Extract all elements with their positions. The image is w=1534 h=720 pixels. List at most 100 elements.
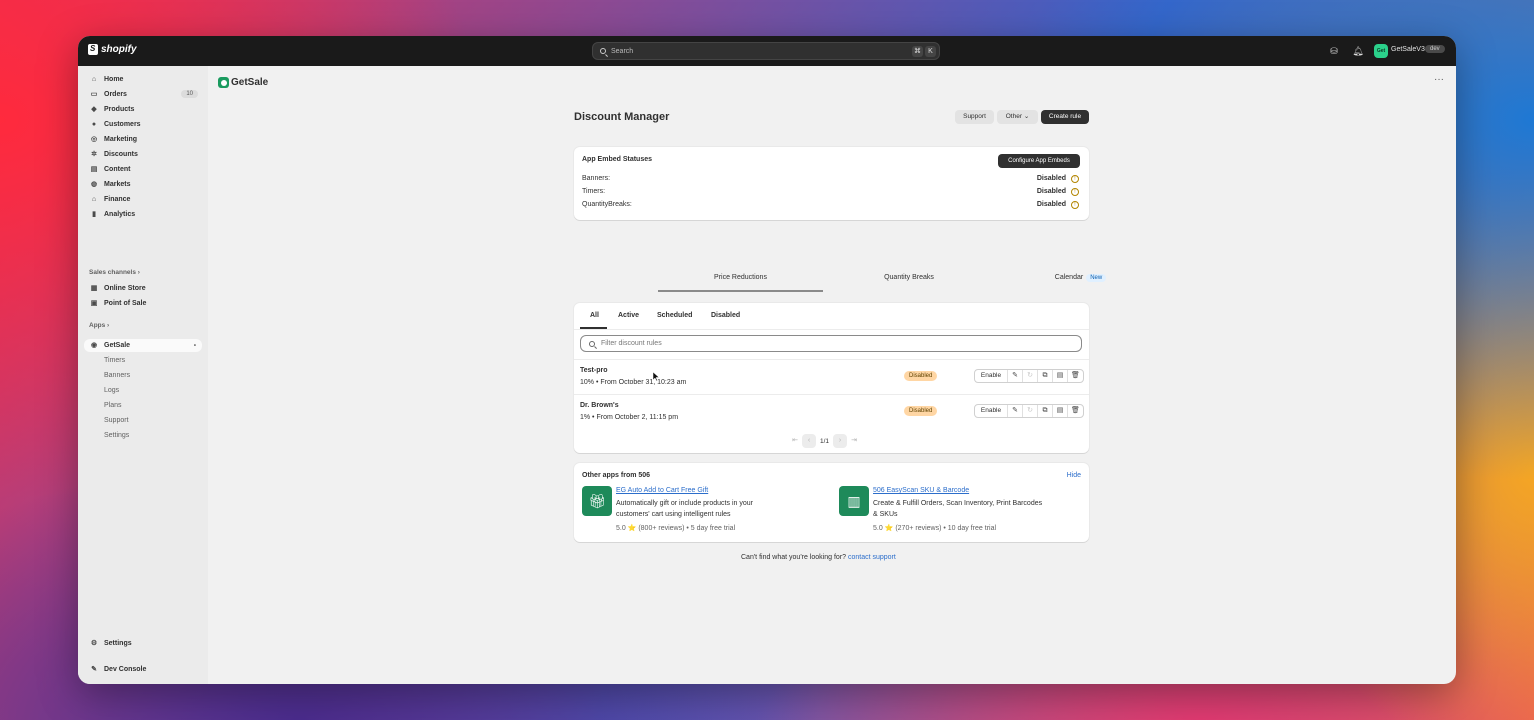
sidebar-item-label: Orders: [104, 91, 127, 98]
sidebar-item-label: Customers: [104, 121, 141, 128]
sidebar-item-analytics[interactable]: ▮ Analytics: [84, 208, 202, 221]
app-rating: 5.0 ⭐ (270+ reviews) • 10 day free trial: [873, 525, 997, 532]
search-input[interactable]: Search ⌘ K: [592, 42, 940, 60]
enable-button[interactable]: Enable: [975, 405, 1008, 417]
sidebar-item-label: Home: [104, 76, 124, 83]
next-page-icon: ›: [833, 434, 848, 448]
subtab-disabled[interactable]: Disabled: [711, 312, 740, 319]
card-title: Other apps from 506: [582, 472, 651, 479]
embed-label-banners: Banners:: [582, 175, 611, 182]
target-icon: ◎: [90, 135, 98, 143]
store-icon: ▦: [90, 284, 98, 292]
brand-name: shopify: [101, 44, 137, 55]
sidebar-subitem-banners[interactable]: Banners: [104, 372, 130, 379]
contact-support-link[interactable]: contact support: [848, 554, 896, 561]
sidebar-item-content[interactable]: ▤ Content: [84, 163, 202, 176]
sidebar-item-customers[interactable]: ● Customers: [84, 118, 202, 131]
gift-icon[interactable]: 🎁︎: [582, 486, 612, 516]
tab-calendar[interactable]: Calendar New: [998, 274, 1163, 282]
sidebar-subitem-plans[interactable]: Plans: [104, 402, 122, 409]
apps-heading[interactable]: Apps ›: [89, 322, 109, 329]
sidebar-subitem-support[interactable]: Support: [104, 417, 129, 424]
delete-icon[interactable]: 🗑︎: [1068, 370, 1083, 382]
enable-button[interactable]: Enable: [975, 370, 1008, 382]
rule-meta: 1% • From October 2, 11:15 pm: [580, 414, 679, 421]
app-link-free-gift[interactable]: EG Auto Add to Cart Free Gift: [616, 487, 708, 494]
barcode-icon[interactable]: ▥: [839, 486, 869, 516]
bell-icon[interactable]: 🔔︎: [1352, 45, 1364, 57]
pagination: ⇤ ‹ 1/1 › ⇥: [788, 434, 861, 448]
sidebar-item-getsale[interactable]: ◉ GetSale •: [84, 339, 202, 352]
embed-status-timers: Disabled: [1036, 188, 1066, 195]
more-actions-icon[interactable]: ···: [1434, 74, 1444, 85]
rule-meta: 10% • From October 31, 10:23 am: [580, 379, 687, 386]
content-icon: ▤: [90, 165, 98, 173]
sidebar: ⌂ Home ▭ Orders 10 ◆ Products ● Customers ◎ Ma…: [78, 66, 208, 684]
shopify-logo[interactable]: shopify: [88, 44, 137, 55]
embed-status-quantitybreaks: Disabled: [1036, 201, 1066, 208]
tab-price-reductions[interactable]: Price Reductions: [658, 274, 823, 281]
sidebar-subitem-logs[interactable]: Logs: [104, 387, 119, 394]
create-rule-button[interactable]: Create rule: [1041, 110, 1089, 124]
page-indicator: 1/1: [820, 437, 830, 445]
last-page-icon: ⇥: [851, 437, 857, 444]
status-badge: Disabled: [904, 406, 938, 416]
status-badge: Disabled: [904, 371, 938, 381]
pin-icon[interactable]: •: [194, 343, 196, 349]
main-content: GetSale ··· Discount Manager Support Oth…: [208, 66, 1456, 684]
prev-page-icon: ‹: [802, 434, 816, 448]
info-icon: !: [1071, 175, 1079, 183]
embed-label-quantitybreaks: QuantityBreaks:: [582, 201, 632, 208]
sidebar-item-markets[interactable]: ◍ Markets: [84, 178, 202, 191]
configure-app-embeds-button[interactable]: Configure App Embeds: [998, 154, 1080, 168]
sidebar-item-home[interactable]: ⌂ Home: [84, 73, 202, 86]
app-link-easyscan[interactable]: 506 EasyScan SKU & Barcode: [873, 487, 969, 494]
sidebar-item-settings[interactable]: ⚙ Settings: [84, 637, 202, 650]
subtab-active[interactable]: Active: [618, 312, 639, 319]
tab-quantity-breaks[interactable]: Quantity Breaks: [828, 274, 990, 281]
search-placeholder: Search: [611, 47, 634, 55]
other-dropdown-button[interactable]: Other ⌄: [997, 110, 1038, 124]
new-badge: New: [1086, 274, 1107, 282]
sidebar-item-finance[interactable]: ⌂ Finance: [84, 193, 202, 206]
bank-icon: ⌂: [91, 195, 97, 203]
chevron-down-icon: ⌄: [1023, 113, 1030, 120]
sidebar-item-products[interactable]: ◆ Products: [84, 103, 202, 116]
duplicate-icon[interactable]: ⧉: [1038, 405, 1053, 417]
store-name[interactable]: GetSaleV3: [1391, 46, 1425, 53]
tag-icon: ◆: [91, 105, 97, 113]
sidebar-item-marketing[interactable]: ◎ Marketing: [84, 133, 202, 146]
store-avatar[interactable]: Get: [1374, 44, 1388, 58]
person-icon: ●: [91, 120, 97, 128]
sidebar-item-label: Content: [104, 166, 131, 173]
subtab-all[interactable]: All: [590, 312, 599, 319]
store-switch-icon[interactable]: ⛁: [1328, 45, 1340, 57]
sidebar-item-point-of-sale[interactable]: ▣ Point of Sale: [84, 297, 202, 310]
support-button[interactable]: Support: [955, 110, 994, 124]
log-icon[interactable]: ▤: [1053, 405, 1068, 417]
sales-channels-heading[interactable]: Sales channels ›: [89, 269, 140, 276]
edit-icon[interactable]: ✎: [1008, 370, 1023, 382]
shopify-bag-icon: [88, 44, 98, 55]
sidebar-item-label: Markets: [104, 181, 131, 188]
active-tab-indicator: [658, 290, 823, 292]
sidebar-subitem-timers[interactable]: Timers: [104, 357, 125, 364]
sidebar-item-label: Discounts: [104, 151, 138, 158]
divider: [574, 329, 1089, 330]
duplicate-icon[interactable]: ⧉: [1038, 370, 1053, 382]
sidebar-item-discounts[interactable]: ✲ Discounts: [84, 148, 202, 161]
subtab-scheduled[interactable]: Scheduled: [657, 312, 692, 319]
edit-icon[interactable]: ✎: [1008, 405, 1023, 417]
app-name: GetSale: [231, 77, 269, 88]
sidebar-item-orders[interactable]: ▭ Orders 10: [84, 88, 202, 101]
chart-icon: ▮: [92, 210, 96, 218]
delete-icon[interactable]: 🗑︎: [1068, 405, 1083, 417]
filter-discount-rules-input[interactable]: Filter discount rules: [580, 335, 1082, 352]
sidebar-item-dev-console[interactable]: ✎ Dev Console: [84, 663, 202, 676]
app-description: Automatically gift or include products i…: [616, 500, 753, 518]
sidebar-subitem-settings[interactable]: Settings: [104, 432, 129, 439]
hide-link[interactable]: Hide: [1067, 472, 1081, 479]
refresh-icon: ↻: [1023, 370, 1038, 382]
sidebar-item-online-store[interactable]: ▦ Online Store: [84, 282, 202, 295]
log-icon[interactable]: ▤: [1053, 370, 1068, 382]
